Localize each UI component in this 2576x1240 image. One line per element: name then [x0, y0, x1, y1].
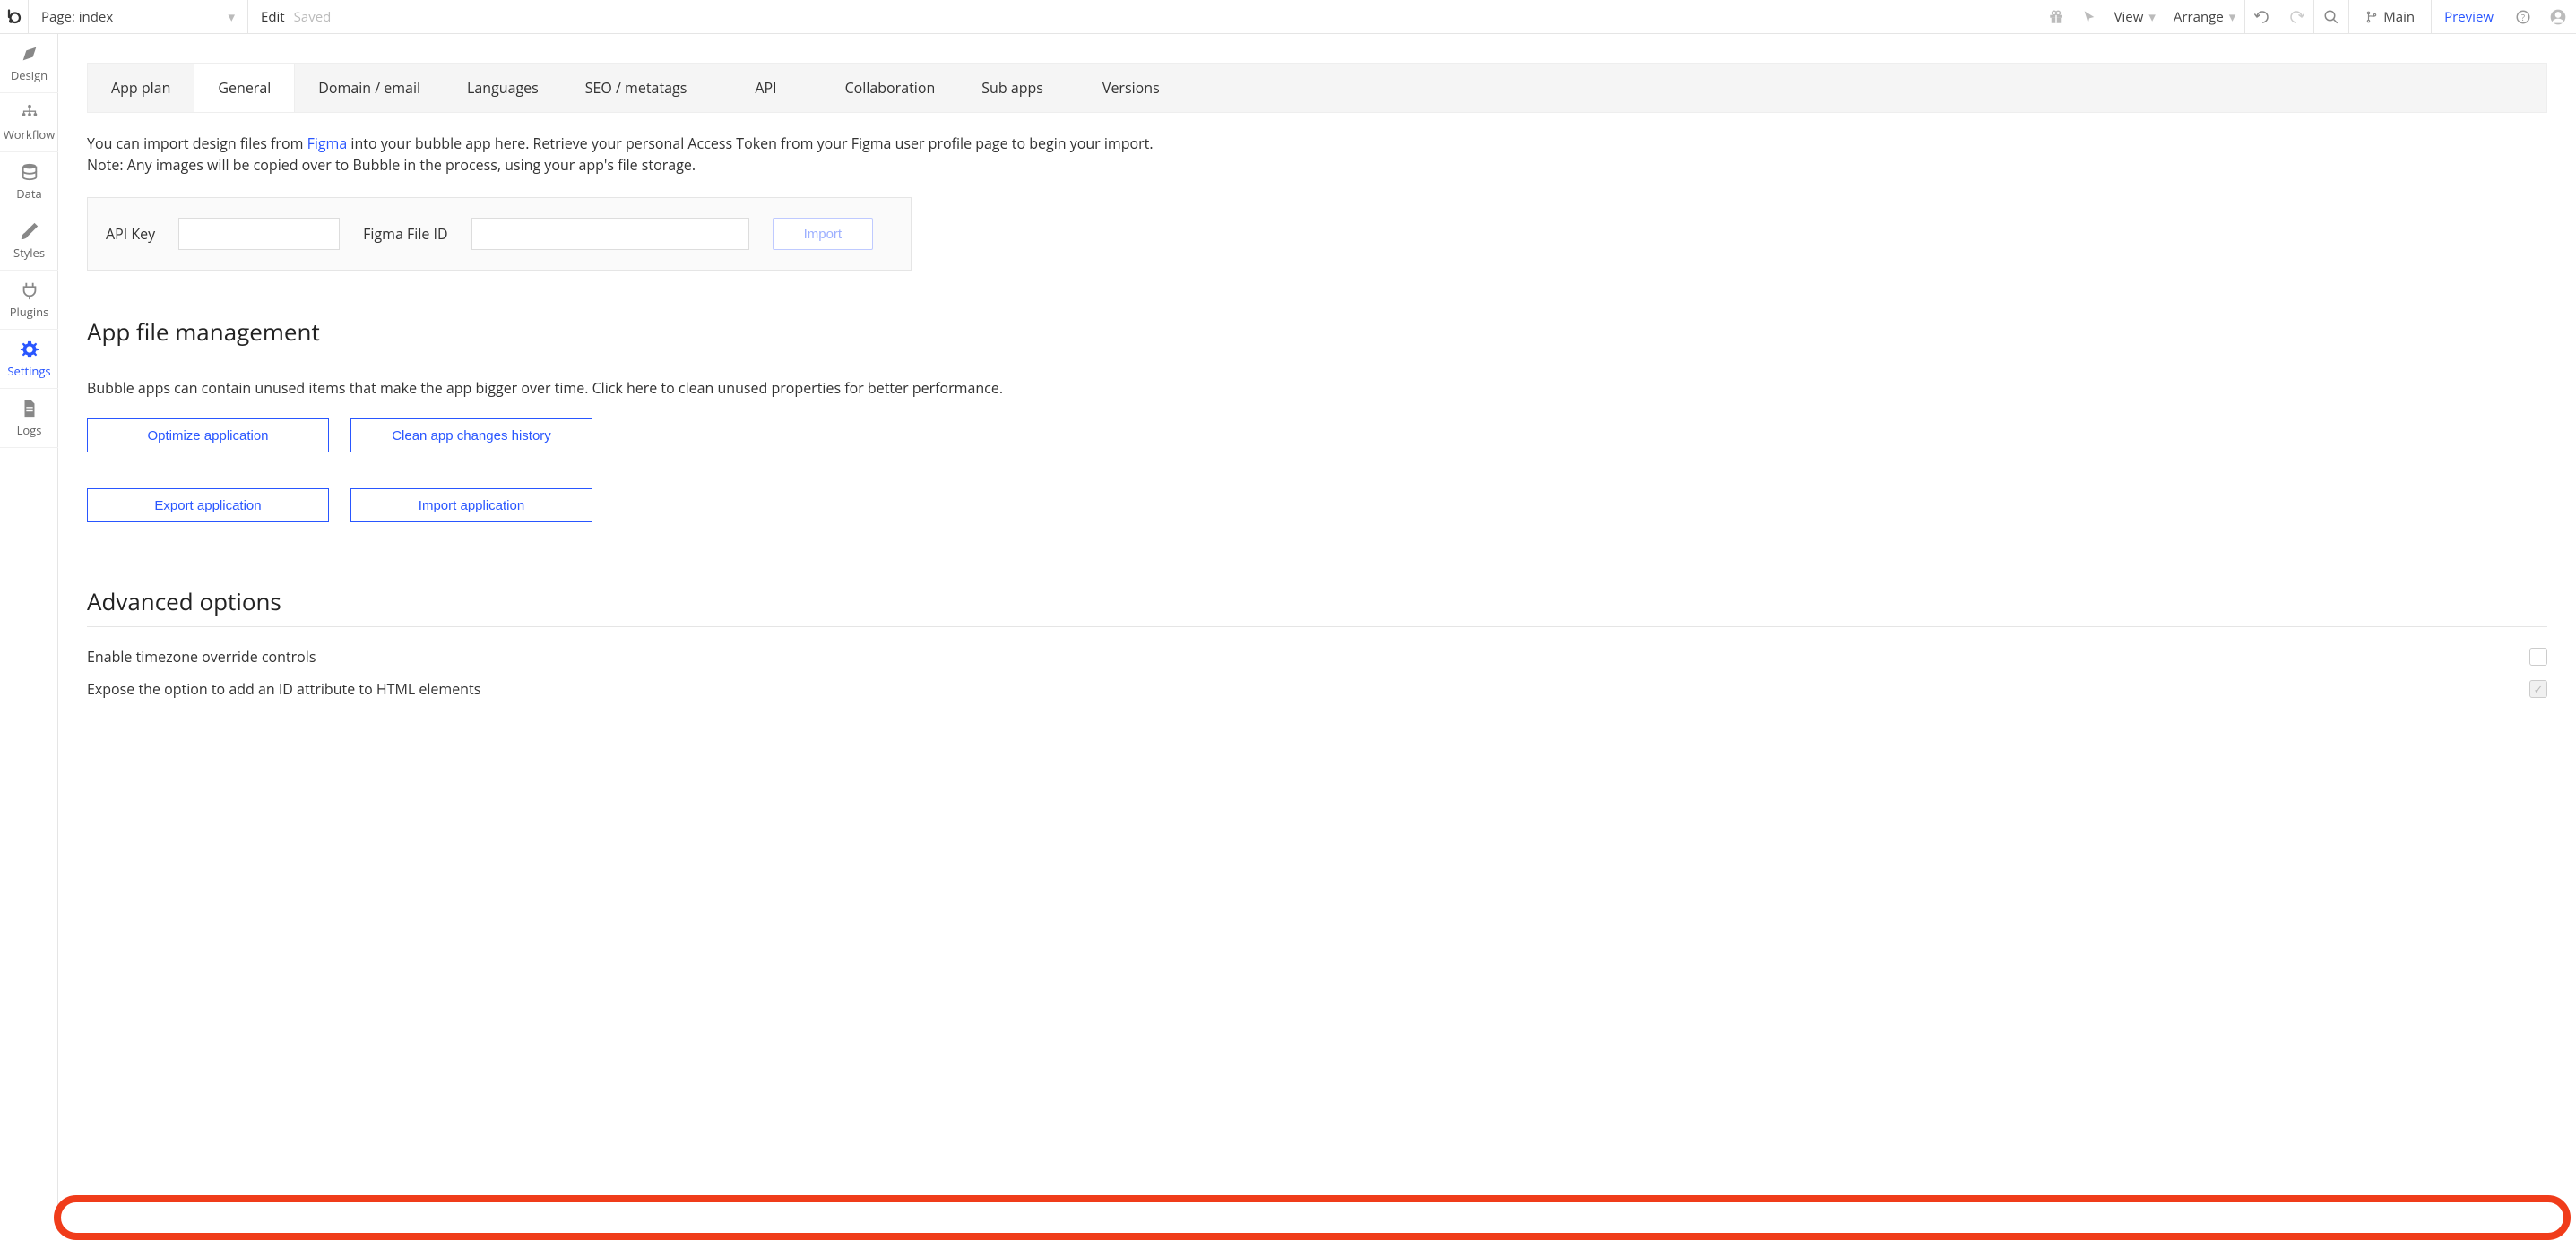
figma-note: Note: Any images will be copied over to …: [87, 155, 696, 175]
page-selector-label: Page: index: [41, 8, 113, 26]
tab-languages[interactable]: Languages: [444, 64, 562, 112]
branch-icon: [2365, 11, 2378, 23]
sidebar-item-settings[interactable]: Settings: [0, 330, 58, 389]
chevron-down-icon: ▾: [2229, 8, 2236, 26]
edit-status: Edit Saved: [248, 8, 343, 26]
figma-file-id-label: Figma File ID: [363, 224, 447, 244]
sidebar-item-label: Logs: [17, 422, 42, 438]
sidebar-item-workflow[interactable]: Workflow: [0, 93, 58, 152]
brush-icon: [20, 221, 39, 241]
workflow-icon: [20, 103, 39, 123]
sidebar-item-label: Settings: [7, 363, 50, 379]
sidebar-item-label: Data: [16, 185, 42, 202]
saved-label: Saved: [294, 8, 332, 26]
file-icon: [20, 399, 39, 418]
sidebar-item-label: Plugins: [10, 304, 49, 320]
gear-icon: [20, 340, 39, 359]
edit-label[interactable]: Edit: [261, 8, 285, 26]
figma-link[interactable]: Figma: [307, 133, 348, 153]
left-sidebar: Design Workflow Data Styles Plugins Sett…: [0, 34, 58, 1231]
option-timezone-label: Enable timezone override controls: [87, 647, 316, 667]
branch-selector[interactable]: Main: [2348, 0, 2431, 33]
optimize-application-button[interactable]: Optimize application: [87, 418, 329, 452]
sidebar-item-styles[interactable]: Styles: [0, 211, 58, 271]
chevron-down-icon: ▾: [228, 8, 235, 26]
option-expose-id-label: Expose the option to add an ID attribute…: [87, 679, 480, 699]
top-bar: Page: index ▾ Edit Saved View ▾ Arrange …: [0, 0, 2576, 34]
tab-versions[interactable]: Versions: [1067, 64, 1196, 112]
tab-domain-email[interactable]: Domain / email: [295, 64, 444, 112]
sidebar-item-logs[interactable]: Logs: [0, 389, 58, 448]
export-application-button[interactable]: Export application: [87, 488, 329, 522]
search-button[interactable]: [2313, 0, 2348, 33]
plug-icon: [20, 280, 39, 300]
tab-api[interactable]: API: [710, 64, 821, 112]
page-selector[interactable]: Page: index ▾: [29, 0, 248, 33]
redo-button[interactable]: [2279, 0, 2313, 33]
main-content: App plan General Domain / email Language…: [58, 34, 2576, 1231]
figma-intro: You can import design files from Figma i…: [87, 133, 2547, 176]
design-icon: [20, 44, 39, 64]
preview-label: Preview: [2444, 8, 2494, 26]
sidebar-item-label: Design: [11, 67, 48, 83]
chevron-down-icon: ▾: [2148, 8, 2156, 26]
branch-label: Main: [2383, 8, 2415, 26]
sidebar-item-label: Workflow: [4, 126, 56, 142]
settings-tabs: App plan General Domain / email Language…: [87, 63, 2547, 113]
import-application-button[interactable]: Import application: [350, 488, 592, 522]
arrange-menu[interactable]: Arrange ▾: [2165, 0, 2244, 33]
gift-icon[interactable]: [2039, 0, 2073, 33]
database-icon: [20, 162, 39, 182]
sidebar-item-label: Styles: [13, 245, 45, 261]
sidebar-item-data[interactable]: Data: [0, 152, 58, 211]
api-key-label: API Key: [106, 224, 155, 244]
figma-import-box: API Key Figma File ID Import: [87, 197, 912, 271]
svg-text:?: ?: [2521, 11, 2525, 22]
expose-id-checkbox[interactable]: [2529, 680, 2547, 698]
option-expose-id-attribute: Expose the option to add an ID attribute…: [87, 679, 2547, 699]
help-button[interactable]: ?: [2506, 0, 2540, 33]
option-timezone-override: Enable timezone override controls: [87, 647, 2547, 667]
tab-general[interactable]: General: [194, 64, 295, 112]
logo-icon: [6, 9, 22, 25]
sidebar-item-plugins[interactable]: Plugins: [0, 271, 58, 330]
preview-button[interactable]: Preview: [2431, 0, 2506, 33]
figma-file-id-input[interactable]: [471, 218, 749, 250]
undo-button[interactable]: [2244, 0, 2279, 33]
account-button[interactable]: [2540, 0, 2576, 33]
advanced-options-heading: Advanced options: [87, 585, 2547, 627]
figma-import-button[interactable]: Import: [773, 218, 874, 250]
timezone-override-checkbox[interactable]: [2529, 648, 2547, 666]
pointer-icon[interactable]: [2073, 0, 2105, 33]
view-label: View: [2114, 8, 2144, 26]
api-key-input[interactable]: [178, 218, 340, 250]
tab-seo-metatags[interactable]: SEO / metatags: [562, 64, 711, 112]
tab-collaboration[interactable]: Collaboration: [822, 64, 959, 112]
app-file-management-desc: Bubble apps can contain unused items tha…: [87, 377, 2547, 399]
app-file-management-heading: App file management: [87, 315, 2547, 357]
figma-intro-suffix: into your bubble app here. Retrieve your…: [347, 133, 1153, 153]
figma-intro-prefix: You can import design files from: [87, 133, 307, 153]
tab-sub-apps[interactable]: Sub apps: [958, 64, 1067, 112]
view-menu[interactable]: View ▾: [2105, 0, 2165, 33]
bubble-logo[interactable]: [0, 0, 29, 34]
arrange-label: Arrange: [2174, 8, 2224, 26]
tab-app-plan[interactable]: App plan: [88, 64, 194, 112]
clean-history-button[interactable]: Clean app changes history: [350, 418, 592, 452]
sidebar-item-design[interactable]: Design: [0, 34, 58, 93]
